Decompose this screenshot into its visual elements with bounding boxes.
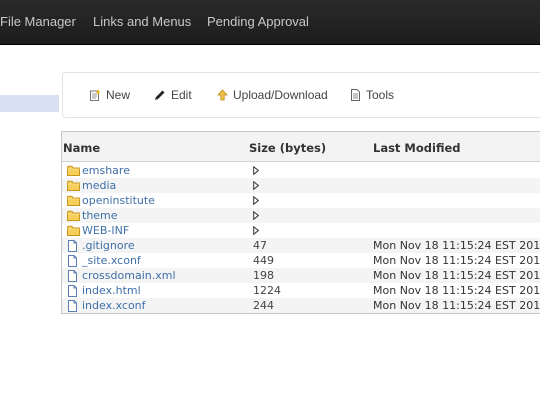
tools-button[interactable]: Tools	[350, 73, 394, 117]
folder-name-link[interactable]: theme	[82, 208, 118, 223]
new-button-label: New	[106, 88, 131, 102]
last-modified: Mon Nov 18 11:15:24 EST 2013	[373, 299, 540, 312]
table-row[interactable]: .gitignore 47 Mon Nov 18 11:15:24 EST 2013	[62, 238, 540, 253]
edit-button-label: Edit	[171, 88, 192, 102]
nav-pending-approval[interactable]: Pending Approval	[207, 0, 309, 44]
tools-button-label: Tools	[366, 88, 395, 102]
folder-name-link[interactable]: emshare	[82, 163, 130, 178]
file-size: 198	[253, 269, 274, 282]
file-name-link[interactable]: _site.xconf	[82, 253, 141, 268]
folder-name-link[interactable]: WEB-INF	[82, 223, 129, 238]
expand-caret-icon[interactable]	[253, 225, 260, 236]
upload-arrow-icon	[217, 89, 228, 101]
table-row[interactable]: _site.xconf 449 Mon Nov 18 11:15:24 EST 20…	[62, 253, 540, 268]
last-modified: Mon Nov 18 11:15:24 EST 2013	[373, 239, 540, 252]
table-row[interactable]: WEB-INF	[62, 223, 540, 238]
table-row[interactable]: emshare	[62, 163, 540, 178]
file-name-link[interactable]: crossdomain.xml	[82, 268, 176, 283]
column-header-size[interactable]: Size (bytes)	[249, 132, 326, 164]
file-size: 449	[253, 254, 274, 267]
table-body: emshare media openinstitute theme WEB-INF .gi…	[62, 163, 540, 313]
last-modified: Mon Nov 18 11:15:24 EST 2013	[373, 269, 540, 282]
last-modified: Mon Nov 18 11:15:24 EST 2013	[373, 284, 540, 297]
file-icon	[67, 300, 78, 316]
file-name-link[interactable]: .gitignore	[82, 238, 135, 253]
table-row[interactable]: openinstitute	[62, 193, 540, 208]
file-size: 47	[253, 239, 267, 252]
expand-caret-icon[interactable]	[253, 210, 260, 221]
file-list-table: Name Size (bytes) Last Modified emshare m…	[61, 131, 540, 314]
table-row[interactable]: media	[62, 178, 540, 193]
table-row[interactable]: index.xconf 244 Mon Nov 18 11:15:24 EST 20…	[62, 298, 540, 313]
last-modified: Mon Nov 18 11:15:24 EST 2013	[373, 254, 540, 267]
top-navigation-bar: File Manager Links and Menus Pending App…	[0, 0, 540, 45]
file-size: 1224	[253, 284, 281, 297]
table-row[interactable]: crossdomain.xml 198 Mon Nov 18 11:15:24 ES…	[62, 268, 540, 283]
sidebar-selected-item[interactable]	[0, 95, 59, 112]
expand-caret-icon[interactable]	[253, 180, 260, 191]
expand-caret-icon[interactable]	[253, 195, 260, 206]
new-file-icon	[89, 89, 101, 101]
edit-button[interactable]: Edit	[153, 73, 192, 117]
new-button[interactable]: New	[89, 73, 130, 117]
expand-caret-icon[interactable]	[253, 165, 260, 176]
table-header: Name Size (bytes) Last Modified	[62, 132, 540, 162]
folder-name-link[interactable]: openinstitute	[82, 193, 155, 208]
document-icon	[350, 89, 361, 101]
folder-name-link[interactable]: media	[82, 178, 116, 193]
file-name-link[interactable]: index.html	[82, 283, 141, 298]
nav-file-manager[interactable]: File Manager	[0, 0, 76, 44]
table-row[interactable]: theme	[62, 208, 540, 223]
upload-download-button[interactable]: Upload/Download	[217, 73, 328, 117]
file-toolbar: New Edit Upload/Download Tools	[62, 72, 540, 118]
nav-links-and-menus[interactable]: Links and Menus	[93, 0, 191, 44]
upload-download-label: Upload/Download	[233, 88, 328, 102]
column-header-last-modified[interactable]: Last Modified	[373, 132, 461, 164]
column-header-name[interactable]: Name	[63, 132, 100, 164]
file-name-link[interactable]: index.xconf	[82, 298, 146, 313]
file-size: 244	[253, 299, 274, 312]
pencil-icon	[153, 89, 166, 102]
table-row[interactable]: index.html 1224 Mon Nov 18 11:15:24 EST 20…	[62, 283, 540, 298]
